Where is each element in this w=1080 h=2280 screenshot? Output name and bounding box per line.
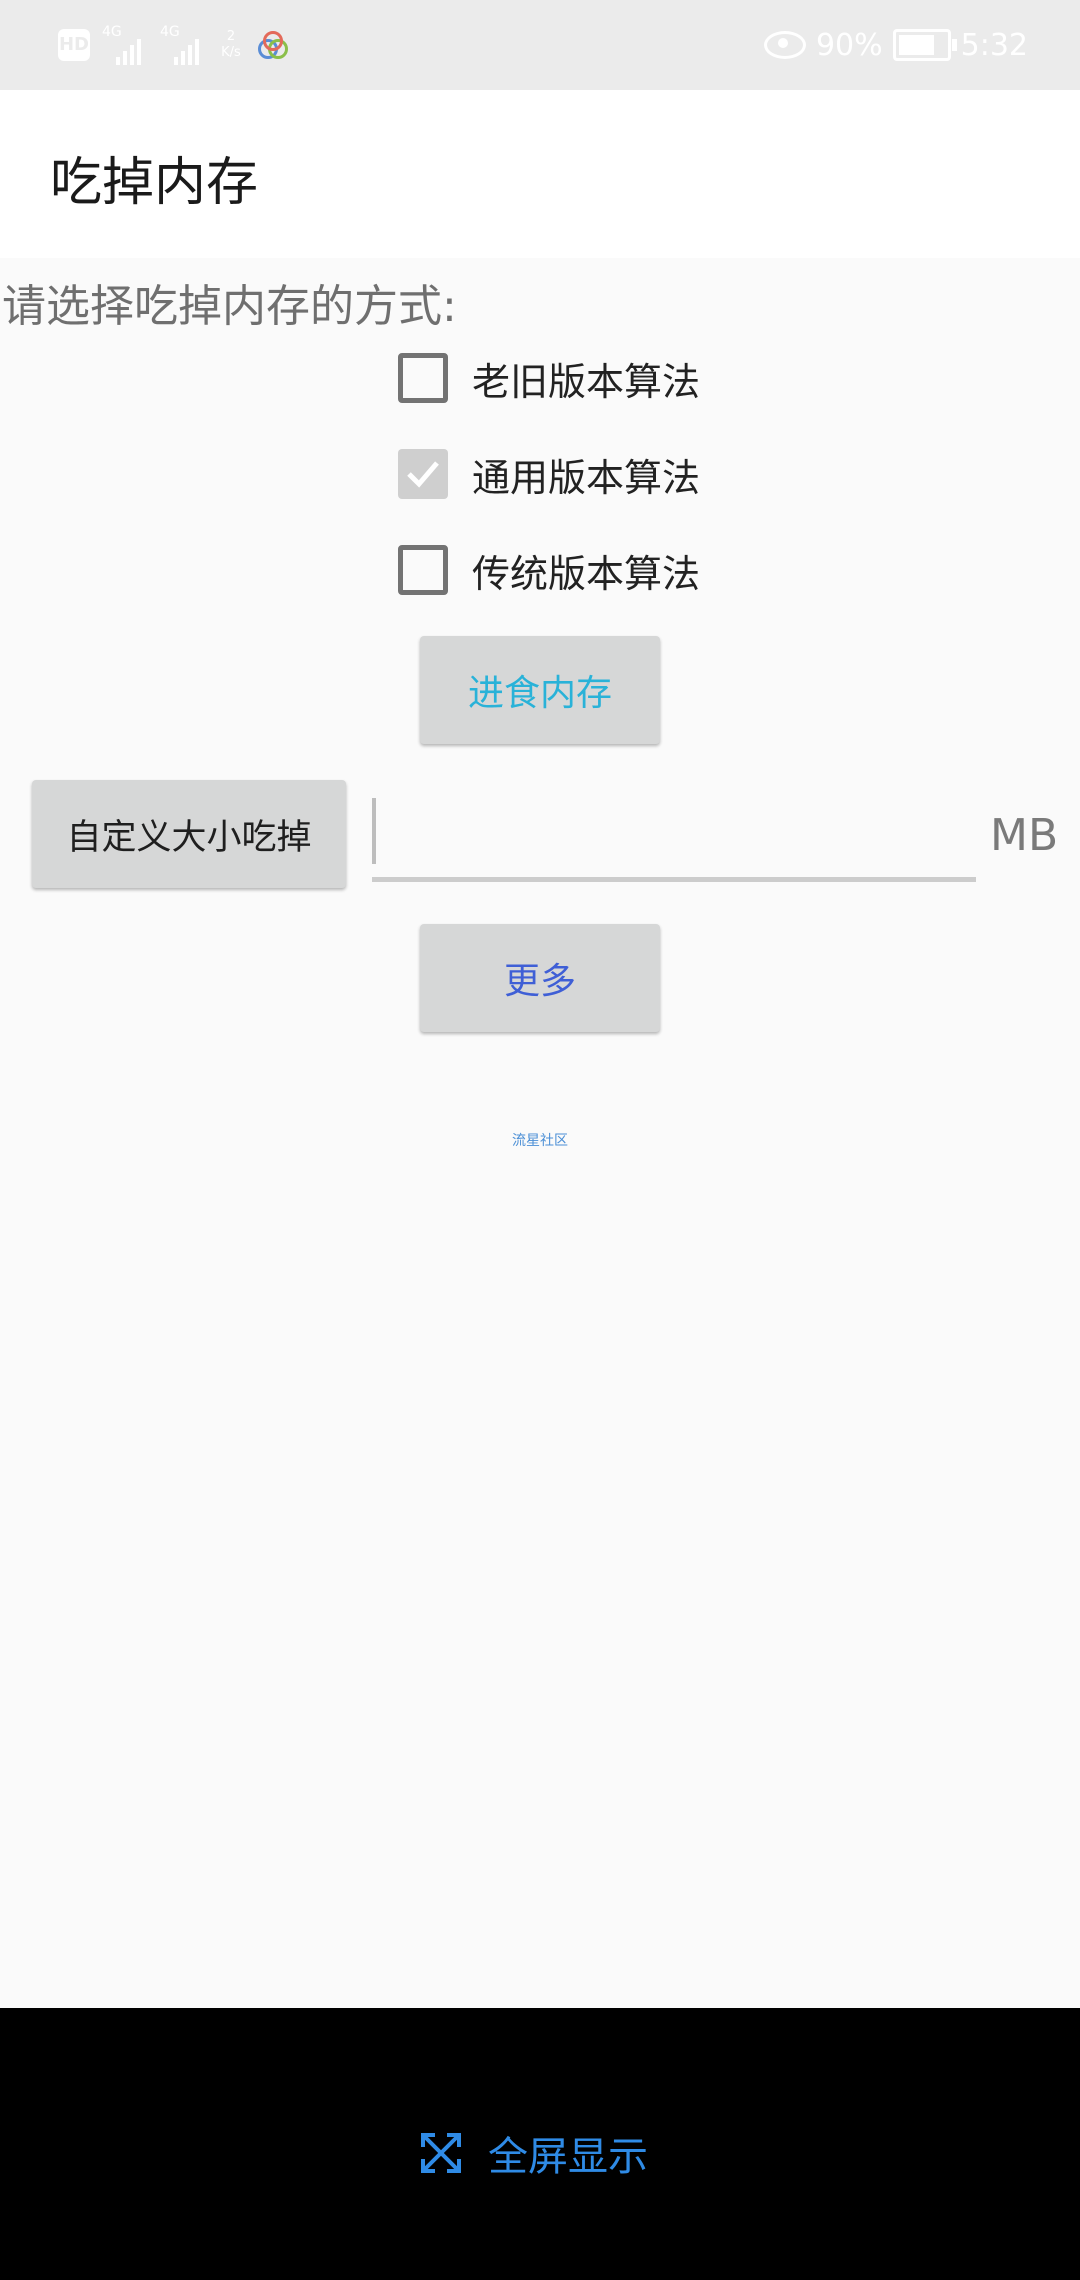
more-button[interactable]: 更多 (420, 924, 660, 1032)
app-bar: 吃掉内存 (0, 90, 1080, 258)
fullscreen-label: 全屏显示 (488, 2134, 648, 2180)
option-legacy[interactable]: 老旧版本算法 (398, 350, 700, 406)
network-type-label: 4G (160, 24, 180, 40)
bottom-bar: 全屏显示 (0, 2008, 1080, 2280)
method-prompt: 请选择吃掉内存的方式: (2, 281, 457, 332)
option-traditional[interactable]: 传统版本算法 (398, 542, 700, 598)
unit-label: MB (990, 810, 1059, 861)
size-input[interactable] (372, 792, 976, 882)
option-legacy-label: 老旧版本算法 (472, 359, 701, 404)
community-link[interactable]: 流星社区 (0, 1130, 1080, 1150)
hd-icon: HD (58, 29, 90, 61)
checkbox-traditional[interactable] (398, 545, 448, 595)
app-notification-icon (256, 29, 288, 61)
eat-memory-button[interactable]: 进食内存 (420, 636, 660, 744)
checkbox-general[interactable] (398, 449, 448, 499)
clock: 5:32 (960, 27, 1028, 63)
network-speed-value: 2 (226, 29, 236, 44)
text-cursor (372, 798, 376, 864)
fullscreen-button[interactable]: 全屏显示 (420, 2118, 648, 2188)
option-traditional-label: 传统版本算法 (472, 551, 701, 596)
network-speed: 2 K/s (218, 29, 244, 61)
network-type-label: 4G (102, 24, 122, 40)
expand-icon (421, 2133, 461, 2173)
checkbox-legacy[interactable] (398, 353, 448, 403)
network-speed-unit: K/s (221, 45, 241, 60)
signal-4g-icon: 4G (102, 25, 148, 65)
battery-percent: 90% (815, 27, 883, 63)
battery-icon (892, 29, 957, 61)
option-general-label: 通用版本算法 (472, 455, 701, 500)
option-general[interactable]: 通用版本算法 (398, 446, 700, 502)
checkmark-icon (407, 461, 439, 488)
page-title: 吃掉内存 (50, 153, 259, 213)
eye-comfort-icon (763, 31, 806, 59)
status-left-icons: HD 4G 4G 2 K/s (58, 22, 288, 68)
status-right-icons: 90% 5:32 (763, 22, 1028, 68)
signal-4g-icon: 4G (160, 25, 206, 65)
custom-size-eat-button[interactable]: 自定义大小吃掉 (32, 780, 346, 888)
status-bar: HD 4G 4G 2 K/s 90% 5:32 (0, 0, 1080, 90)
input-underline (372, 877, 976, 882)
